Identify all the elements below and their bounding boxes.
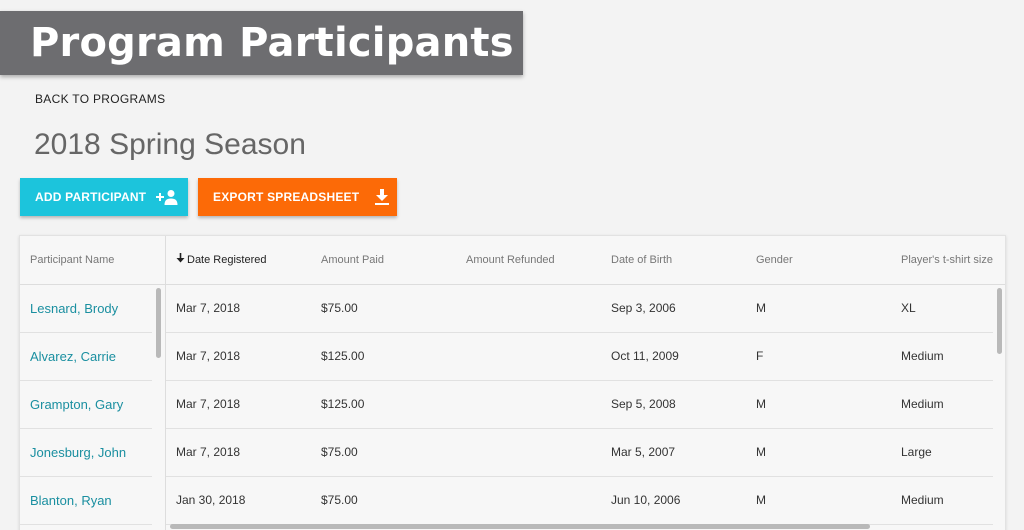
column-header-date-of-birth[interactable]: Date of Birth: [611, 236, 672, 284]
column-header-amount-paid[interactable]: Amount Paid: [321, 236, 384, 284]
cell-amount-paid: $75.00: [321, 445, 358, 459]
cell-tshirt-size: Medium: [901, 349, 944, 363]
participant-name-link[interactable]: Lesnard, Brody: [20, 285, 152, 333]
cell-gender: M: [756, 397, 766, 411]
download-icon: [375, 189, 390, 205]
add-participant-label: ADD PARTICIPANT: [35, 190, 147, 204]
export-spreadsheet-label: EXPORT SPREADSHEET: [213, 190, 360, 204]
cell-amount-paid: $125.00: [321, 397, 365, 411]
cell-amount-paid: $75.00: [321, 493, 358, 507]
table-row[interactable]: Mar 7, 2018 $125.00 Sep 5, 2008 M Medium: [166, 381, 993, 429]
cell-gender: M: [756, 301, 766, 315]
cell-gender: M: [756, 493, 766, 507]
cell-gender: M: [756, 445, 766, 459]
participant-name-link[interactable]: Alvarez, Carrie: [20, 333, 152, 381]
page-title-banner: Program Participants: [0, 11, 523, 75]
frozen-column-scrollbar[interactable]: [156, 288, 161, 358]
cell-date-registered: Mar 7, 2018: [176, 301, 241, 315]
cell-date-of-birth: Oct 11, 2009: [611, 349, 679, 363]
cell-date-of-birth: Mar 5, 2007: [611, 445, 676, 459]
participants-table: Participant Name Lesnard, Brody Alvarez,…: [19, 235, 1006, 530]
participant-name-link[interactable]: Grampton, Gary: [20, 381, 152, 429]
table-horizontal-scrollbar[interactable]: [170, 524, 870, 529]
table-row[interactable]: Mar 7, 2018 $125.00 Oct 11, 2009 F Mediu…: [166, 333, 993, 381]
participant-name-link[interactable]: Jonesburg, John: [20, 429, 152, 477]
export-spreadsheet-button[interactable]: EXPORT SPREADSHEET: [198, 178, 397, 216]
cell-amount-paid: $75.00: [321, 301, 358, 315]
cell-tshirt-size: XL: [901, 301, 916, 315]
cell-date-registered: Mar 7, 2018: [176, 397, 241, 411]
cell-amount-paid: $125.00: [321, 349, 365, 363]
cell-gender: F: [756, 349, 764, 363]
column-header-participant-name[interactable]: Participant Name: [30, 236, 114, 284]
column-header-label: Date Registered: [187, 254, 267, 266]
back-to-programs-link[interactable]: BACK TO PROGRAMS: [35, 92, 165, 106]
table-row[interactable]: Jan 30, 2018 $75.00 Jun 10, 2006 M Mediu…: [166, 477, 993, 525]
cell-tshirt-size: Large: [901, 445, 932, 459]
scrollable-columns: Date Registered Amount Paid Amount Refun…: [166, 236, 1005, 530]
column-header-gender[interactable]: Gender: [756, 236, 793, 284]
sort-descending-icon: [176, 236, 185, 284]
cell-date-registered: Jan 30, 2018: [176, 493, 246, 507]
cell-tshirt-size: Medium: [901, 493, 944, 507]
add-person-icon: [156, 189, 178, 205]
frozen-header-row: Participant Name: [20, 236, 165, 285]
page-title: Program Participants: [30, 20, 514, 66]
cell-date-registered: Mar 7, 2018: [176, 349, 241, 363]
table-header-row: Date Registered Amount Paid Amount Refun…: [166, 236, 1005, 285]
table-vertical-scrollbar[interactable]: [997, 288, 1002, 354]
table-row[interactable]: Mar 7, 2018 $75.00 Sep 3, 2006 M XL: [166, 285, 993, 333]
participant-name-link[interactable]: Blanton, Ryan: [20, 477, 152, 525]
column-header-date-registered[interactable]: Date Registered: [176, 236, 267, 284]
cell-date-of-birth: Sep 3, 2006: [611, 301, 676, 315]
column-header-amount-refunded[interactable]: Amount Refunded: [466, 236, 555, 284]
column-header-tshirt-size[interactable]: Player's t-shirt size: [901, 236, 993, 284]
season-title: 2018 Spring Season: [34, 128, 306, 161]
cell-date-of-birth: Jun 10, 2006: [611, 493, 681, 507]
cell-tshirt-size: Medium: [901, 397, 944, 411]
cell-date-of-birth: Sep 5, 2008: [611, 397, 676, 411]
add-participant-button[interactable]: ADD PARTICIPANT: [20, 178, 188, 216]
participant-name-column: Participant Name Lesnard, Brody Alvarez,…: [20, 236, 166, 530]
table-row[interactable]: Mar 7, 2018 $75.00 Mar 5, 2007 M Large: [166, 429, 993, 477]
cell-date-registered: Mar 7, 2018: [176, 445, 241, 459]
